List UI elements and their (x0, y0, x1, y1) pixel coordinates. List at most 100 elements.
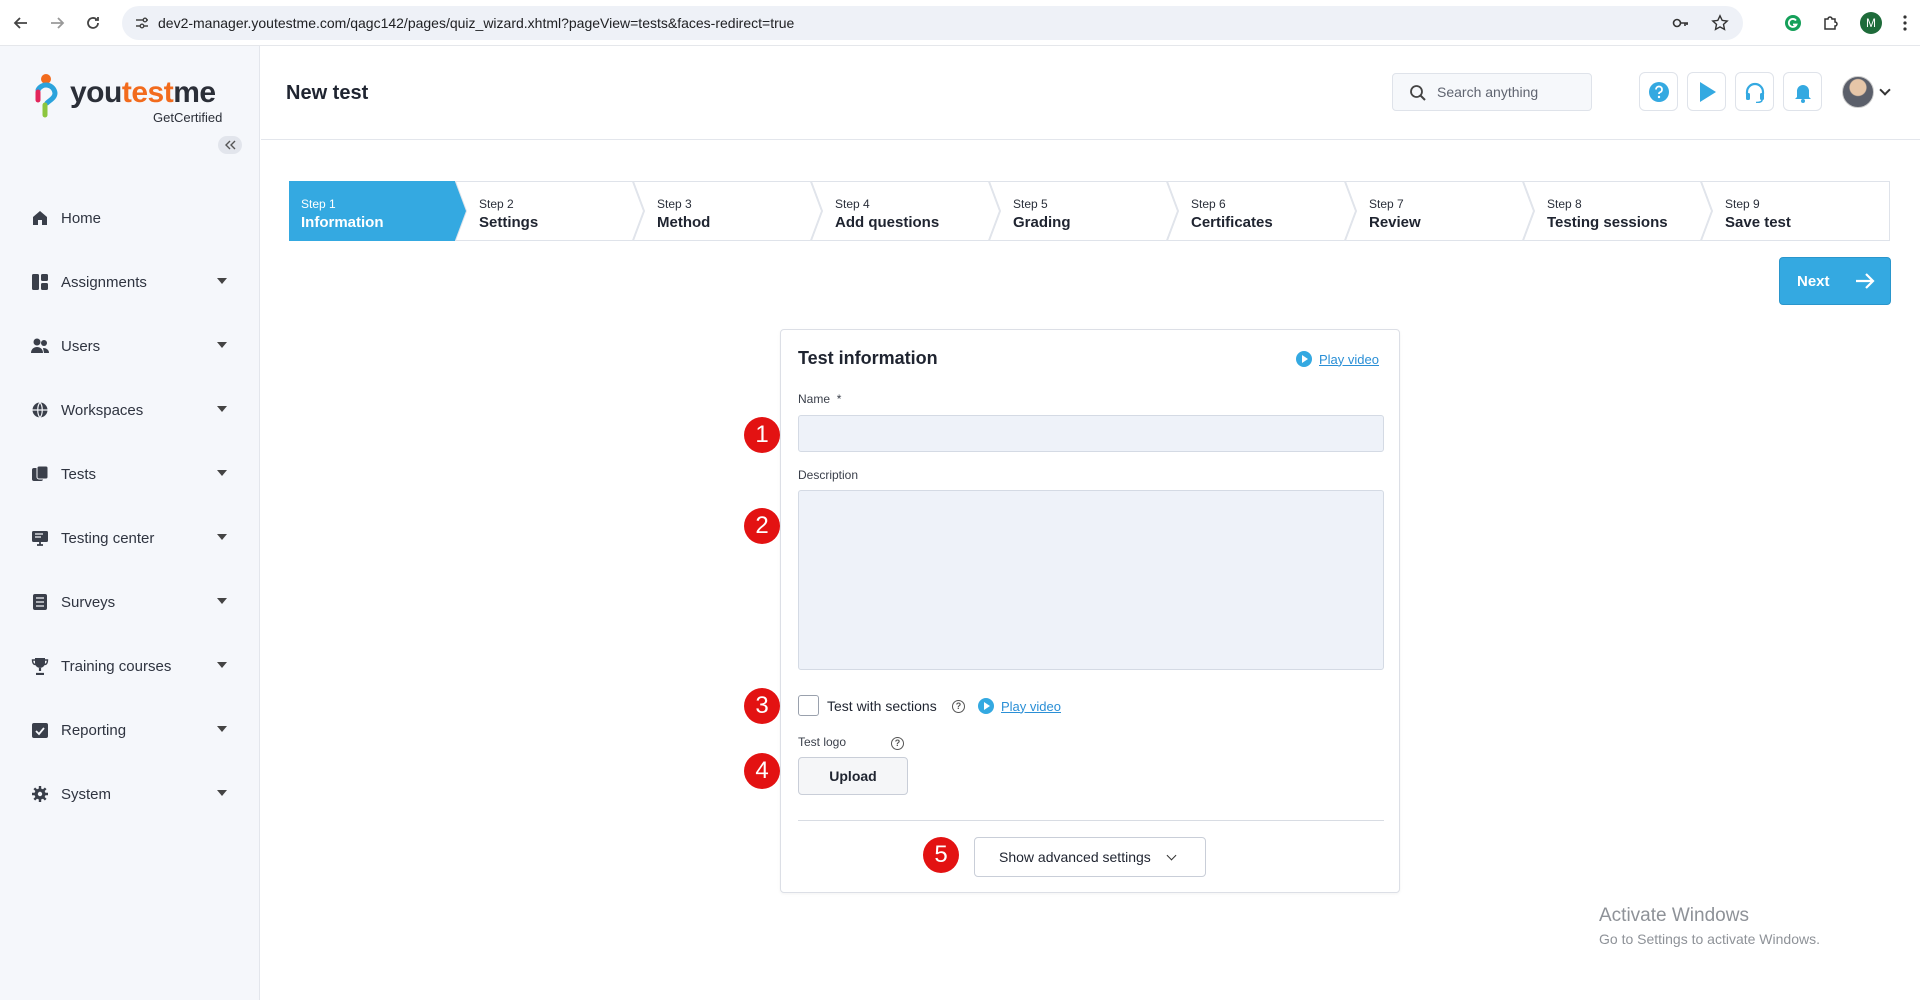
logo-figure-icon (35, 74, 58, 118)
sections-play-video-link[interactable]: Play video (978, 698, 1061, 714)
step-shape (1345, 181, 1535, 241)
watermark-title: Activate Windows (1599, 905, 1749, 926)
back-arrow-icon[interactable] (6, 8, 36, 38)
sidebar-item-label: System (61, 785, 112, 803)
annotation-marker-5: 5 (923, 837, 959, 873)
page-title: New test (286, 82, 369, 104)
sidebar: youtestme GetCertified Home Assignments … (0, 46, 260, 1000)
sidebar-item-training-courses[interactable]: Training courses (0, 634, 259, 698)
chevron-down-icon (217, 470, 227, 476)
notifications-button[interactable] (1783, 72, 1822, 111)
reload-icon[interactable] (78, 8, 108, 38)
step-settings[interactable]: Step 2 Settings (455, 181, 645, 241)
step-save-test[interactable]: Step 9 Save test (1701, 181, 1890, 241)
step-name: Add questions (835, 214, 940, 231)
grammarly-extension-icon[interactable] (1784, 14, 1802, 32)
help-button[interactable] (1639, 72, 1678, 111)
sidebar-item-reporting[interactable]: Reporting (0, 698, 259, 762)
sidebar-item-label: Assignments (61, 273, 147, 291)
users-icon (30, 336, 50, 356)
play-circle-icon (1296, 351, 1312, 367)
sidebar-item-label: Tests (61, 465, 97, 483)
sidebar-item-users[interactable]: Users (0, 314, 259, 378)
address-bar[interactable]: dev2-manager.youtestme.com/qagc142/pages… (122, 6, 1743, 40)
site-settings-icon[interactable] (134, 15, 150, 31)
chevron-down-icon (217, 662, 227, 668)
user-avatar[interactable] (1842, 76, 1874, 108)
step-information[interactable]: Step 1 Information (289, 181, 469, 241)
browser-profile-avatar[interactable]: M (1860, 12, 1882, 34)
next-button[interactable]: Next (1779, 257, 1891, 305)
youtestme-logo[interactable]: youtestme GetCertified (34, 70, 234, 126)
surveys-icon (30, 592, 50, 612)
sidebar-item-home[interactable]: Home (0, 186, 259, 250)
page-header: New test Search anything (261, 46, 1920, 140)
extensions-puzzle-icon[interactable] (1822, 14, 1840, 32)
home-icon (30, 208, 50, 228)
sidebar-item-system[interactable]: System (0, 762, 259, 826)
play-circle-icon (978, 698, 994, 714)
name-label: Name * (798, 392, 842, 406)
test-with-sections-checkbox[interactable] (798, 695, 819, 716)
sidebar-item-testing-center[interactable]: Testing center (0, 506, 259, 570)
forward-arrow-icon[interactable] (42, 8, 72, 38)
play-icon (1699, 81, 1716, 102)
name-field[interactable] (798, 415, 1384, 452)
chevron-down-icon[interactable] (1879, 84, 1891, 96)
annotation-marker-4: 4 (744, 753, 780, 789)
divider (798, 820, 1384, 821)
step-grading[interactable]: Step 5 Grading (989, 181, 1179, 241)
logo-subtitle: GetCertified (153, 110, 223, 125)
description-textarea[interactable] (798, 490, 1384, 670)
chevron-down-icon (217, 342, 227, 348)
support-button[interactable] (1735, 72, 1774, 111)
step-certificates[interactable]: Step 6 Certificates (1167, 181, 1357, 241)
chevron-down-icon (217, 790, 227, 796)
upload-button[interactable]: Upload (798, 757, 908, 795)
step-name: Method (657, 214, 711, 231)
step-name: Certificates (1191, 214, 1273, 231)
chevron-down-icon (217, 726, 227, 732)
reporting-icon (30, 720, 50, 740)
watermark-subtitle: Go to Settings to activate Windows. (1599, 931, 1820, 947)
chevron-down-icon (217, 534, 227, 540)
browser-menu-icon[interactable] (1902, 14, 1908, 32)
tutorial-play-button[interactable] (1687, 72, 1726, 111)
double-chevron-left-icon (225, 140, 236, 150)
step-shape (1167, 181, 1357, 241)
annotation-marker-3: 3 (744, 688, 780, 724)
bookmark-star-icon[interactable] (1711, 14, 1729, 32)
step-shape (1701, 181, 1890, 241)
show-advanced-settings-button[interactable]: Show advanced settings (974, 837, 1206, 877)
step-name: Grading (1013, 214, 1071, 231)
step-add-questions[interactable]: Step 4 Add questions (811, 181, 1001, 241)
play-video-label: Play video (1001, 698, 1061, 714)
test-information-card: Test information Play video Name * Descr… (780, 329, 1400, 893)
annotation-marker-2: 2 (744, 508, 780, 544)
sidebar-item-label: Reporting (61, 721, 127, 739)
sidebar-item-assignments[interactable]: Assignments (0, 250, 259, 314)
advanced-settings-label: Show advanced settings (999, 849, 1151, 865)
step-testing-sessions[interactable]: Step 8 Testing sessions (1523, 181, 1713, 241)
sidebar-item-tests[interactable]: Tests (0, 442, 259, 506)
trophy-icon (30, 656, 50, 676)
sidebar-item-surveys[interactable]: Surveys (0, 570, 259, 634)
search-placeholder: Search anything (1437, 84, 1539, 100)
address-url: dev2-manager.youtestme.com/qagc142/pages… (158, 15, 795, 31)
search-input[interactable]: Search anything (1392, 73, 1592, 111)
help-circle-icon[interactable]: ? (891, 737, 904, 750)
password-key-icon[interactable] (1671, 14, 1689, 32)
chevron-down-icon (217, 278, 227, 284)
step-review[interactable]: Step 7 Review (1345, 181, 1535, 241)
assignments-icon (30, 272, 50, 292)
step-name: Information (301, 214, 384, 231)
next-button-label: Next (1797, 272, 1830, 290)
step-method[interactable]: Step 3 Method (633, 181, 823, 241)
sidebar-item-workspaces[interactable]: Workspaces (0, 378, 259, 442)
step-number: Step 1 (301, 197, 336, 211)
help-circle-icon[interactable]: ? (952, 700, 965, 713)
bell-icon (1794, 84, 1811, 103)
collapse-sidebar-button[interactable] (218, 136, 242, 154)
sidebar-item-label: Home (61, 209, 102, 227)
play-video-link[interactable]: Play video (1296, 351, 1379, 367)
